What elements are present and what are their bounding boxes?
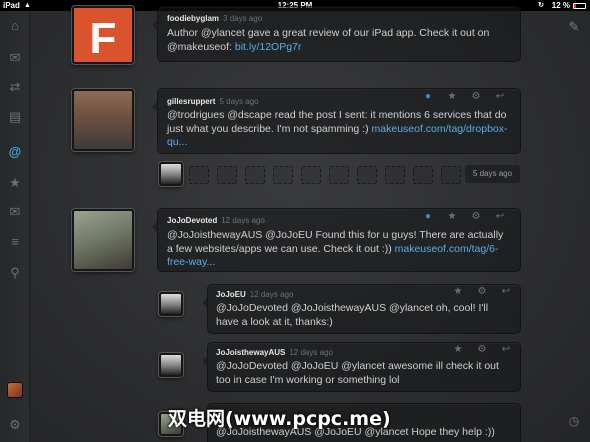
tweet-username[interactable]: JoJoEU (216, 290, 246, 299)
app-root: iPad ▲ 12:25 PM ↻ 12 % ⌂ ✉ ⇄ ▤ @ ★ ✉ ≡ ⚲… (0, 0, 590, 442)
settings-gear-icon[interactable]: ⚙ (464, 211, 488, 222)
tweet-header: JoJoDevoted 12 days ago (167, 216, 265, 225)
conversation-icon[interactable]: ● (416, 211, 440, 222)
gap-placeholder (217, 166, 237, 184)
favorite-star-icon[interactable]: ★ (446, 344, 470, 355)
tweet-header: foodiebyglam 3 days ago (167, 14, 262, 23)
settings-gear-icon[interactable]: ⚙ (470, 286, 494, 297)
conversation-icon[interactable]: ● (416, 91, 440, 102)
tweet-body: Author @ylancet gave a great review of o… (167, 27, 490, 53)
profile-card-icon[interactable]: ▤ (6, 108, 24, 126)
retweet-icon[interactable]: ⇄ (6, 78, 24, 96)
reply-icon[interactable]: ↩ (488, 211, 512, 222)
favorites-star-icon[interactable]: ★ (6, 174, 24, 192)
tweet-actions: ★ ⚙ ↩ (446, 344, 518, 355)
gap-placeholder (245, 166, 265, 184)
tweet-header: JoJoisthewayAUS 12 days ago (216, 348, 333, 357)
avatar-jojoisthewayaus[interactable] (159, 353, 183, 377)
tweet-bubble[interactable]: JoJoDevoted 12 days ago ● ★ ⚙ ↩ @JoJoisthewa… (152, 208, 521, 272)
gap-time: 5 days ago (465, 165, 520, 183)
settings-gear-icon[interactable]: ⚙ (470, 344, 494, 355)
tweet-body: @JoJoDevoted @JoJoEU @ylancet awesome il… (216, 360, 499, 386)
gap-placeholder (441, 166, 461, 184)
tweet-actions: ★ ⚙ ↩ (446, 286, 518, 297)
clock-icon[interactable]: ◷ (567, 414, 581, 428)
tweet-username[interactable]: gillesruppert (167, 97, 215, 106)
avatar-letter: F (89, 14, 117, 63)
tweet-username[interactable]: JoJoDevoted (167, 216, 217, 225)
sidebar: ⌂ ✉ ⇄ ▤ @ ★ ✉ ≡ ⚲ ⚙ (0, 11, 30, 442)
gap-placeholder (413, 166, 433, 184)
tweet-time: 3 days ago (223, 14, 263, 23)
tweet-time: 12 days ago (249, 290, 294, 299)
reply-icon[interactable]: ↩ (494, 344, 518, 355)
battery-icon (573, 3, 586, 9)
lists-icon[interactable]: ≡ (6, 233, 24, 251)
tweet-bubble[interactable]: JoJoEU 12 days ago ★ ⚙ ↩ @JoJoDevoted @JoJo… (202, 284, 521, 334)
tweet-actions: ● ★ ⚙ ↩ (416, 211, 512, 222)
tweet-text: Author @ylancet gave a great review of o… (167, 27, 507, 54)
search-icon[interactable]: ⚲ (6, 264, 24, 282)
at-icon[interactable]: @ (6, 143, 24, 161)
home-icon[interactable]: ⌂ (6, 17, 24, 35)
tweet-bubble[interactable]: JoJoisthewayAUS 12 days ago ★ ⚙ ↩ @JoJoDevo… (202, 342, 521, 392)
tweet-text: @trodrigues @dscape read the post I sent… (167, 109, 512, 150)
tweet-header: JoJoEU 12 days ago (216, 290, 293, 299)
tweet-time: 12 days ago (221, 216, 265, 225)
tweet-username[interactable]: foodiebyglam (167, 14, 219, 23)
favorite-star-icon[interactable]: ★ (440, 91, 464, 102)
orientation-lock-icon: ↻ (538, 2, 544, 9)
gap-placeholder (329, 166, 349, 184)
tweet-header: gillesruppert 5 days ago (167, 97, 259, 106)
favorite-star-icon[interactable]: ★ (446, 286, 470, 297)
settings-gear-icon[interactable]: ⚙ (6, 416, 24, 434)
tweet-time: 12 days ago (289, 348, 333, 357)
tweet-text: @JoJoDevoted @JoJoEU @ylancet awesome il… (216, 360, 512, 387)
direct-messages-icon[interactable]: ✉ (6, 203, 24, 221)
tweet-bubble[interactable]: gillesruppert 5 days ago ● ★ ⚙ ↩ @trodrigues… (152, 88, 521, 154)
avatar-foodiebyglam[interactable]: F (72, 6, 134, 64)
tweet-time: 5 days ago (219, 97, 259, 106)
tweet-username[interactable]: JoJoisthewayAUS (216, 348, 285, 357)
messages-icon[interactable]: ✉ (6, 49, 24, 67)
avatar-jojoeu[interactable] (159, 292, 183, 316)
reply-icon[interactable]: ↩ (488, 91, 512, 102)
gap-placeholder (385, 166, 405, 184)
gap-placeholder (273, 166, 293, 184)
tweet-text: @JoJoDevoted @JoJoisthewayAUS @ylancet o… (216, 302, 512, 329)
gap-placeholder (189, 166, 209, 184)
favorite-star-icon[interactable]: ★ (440, 211, 464, 222)
avatar-gillesruppert[interactable] (72, 89, 134, 151)
tweet-actions: ● ★ ⚙ ↩ (416, 91, 512, 102)
gap-placeholder (301, 166, 321, 184)
tweet-text: @JoJoisthewayAUS @JoJoEU Found this for … (167, 229, 507, 270)
account-avatar[interactable] (7, 382, 23, 398)
settings-gear-icon[interactable]: ⚙ (464, 91, 488, 102)
tweet-body: @JoJoDevoted @JoJoisthewayAUS @ylancet o… (216, 302, 489, 328)
reply-icon[interactable]: ↩ (494, 286, 518, 297)
avatar-jojodevoted[interactable] (72, 209, 134, 271)
compose-icon[interactable]: ✎ (566, 19, 582, 35)
tweet-link[interactable]: bit.ly/12OPg7r (235, 41, 302, 53)
battery-percent: 12 % (551, 1, 570, 10)
gap-placeholder (357, 166, 377, 184)
watermark: 双电网(www.pcpc.me) (168, 408, 391, 430)
tweet-bubble[interactable]: foodiebyglam 3 days ago Author @ylancet g… (152, 6, 521, 62)
